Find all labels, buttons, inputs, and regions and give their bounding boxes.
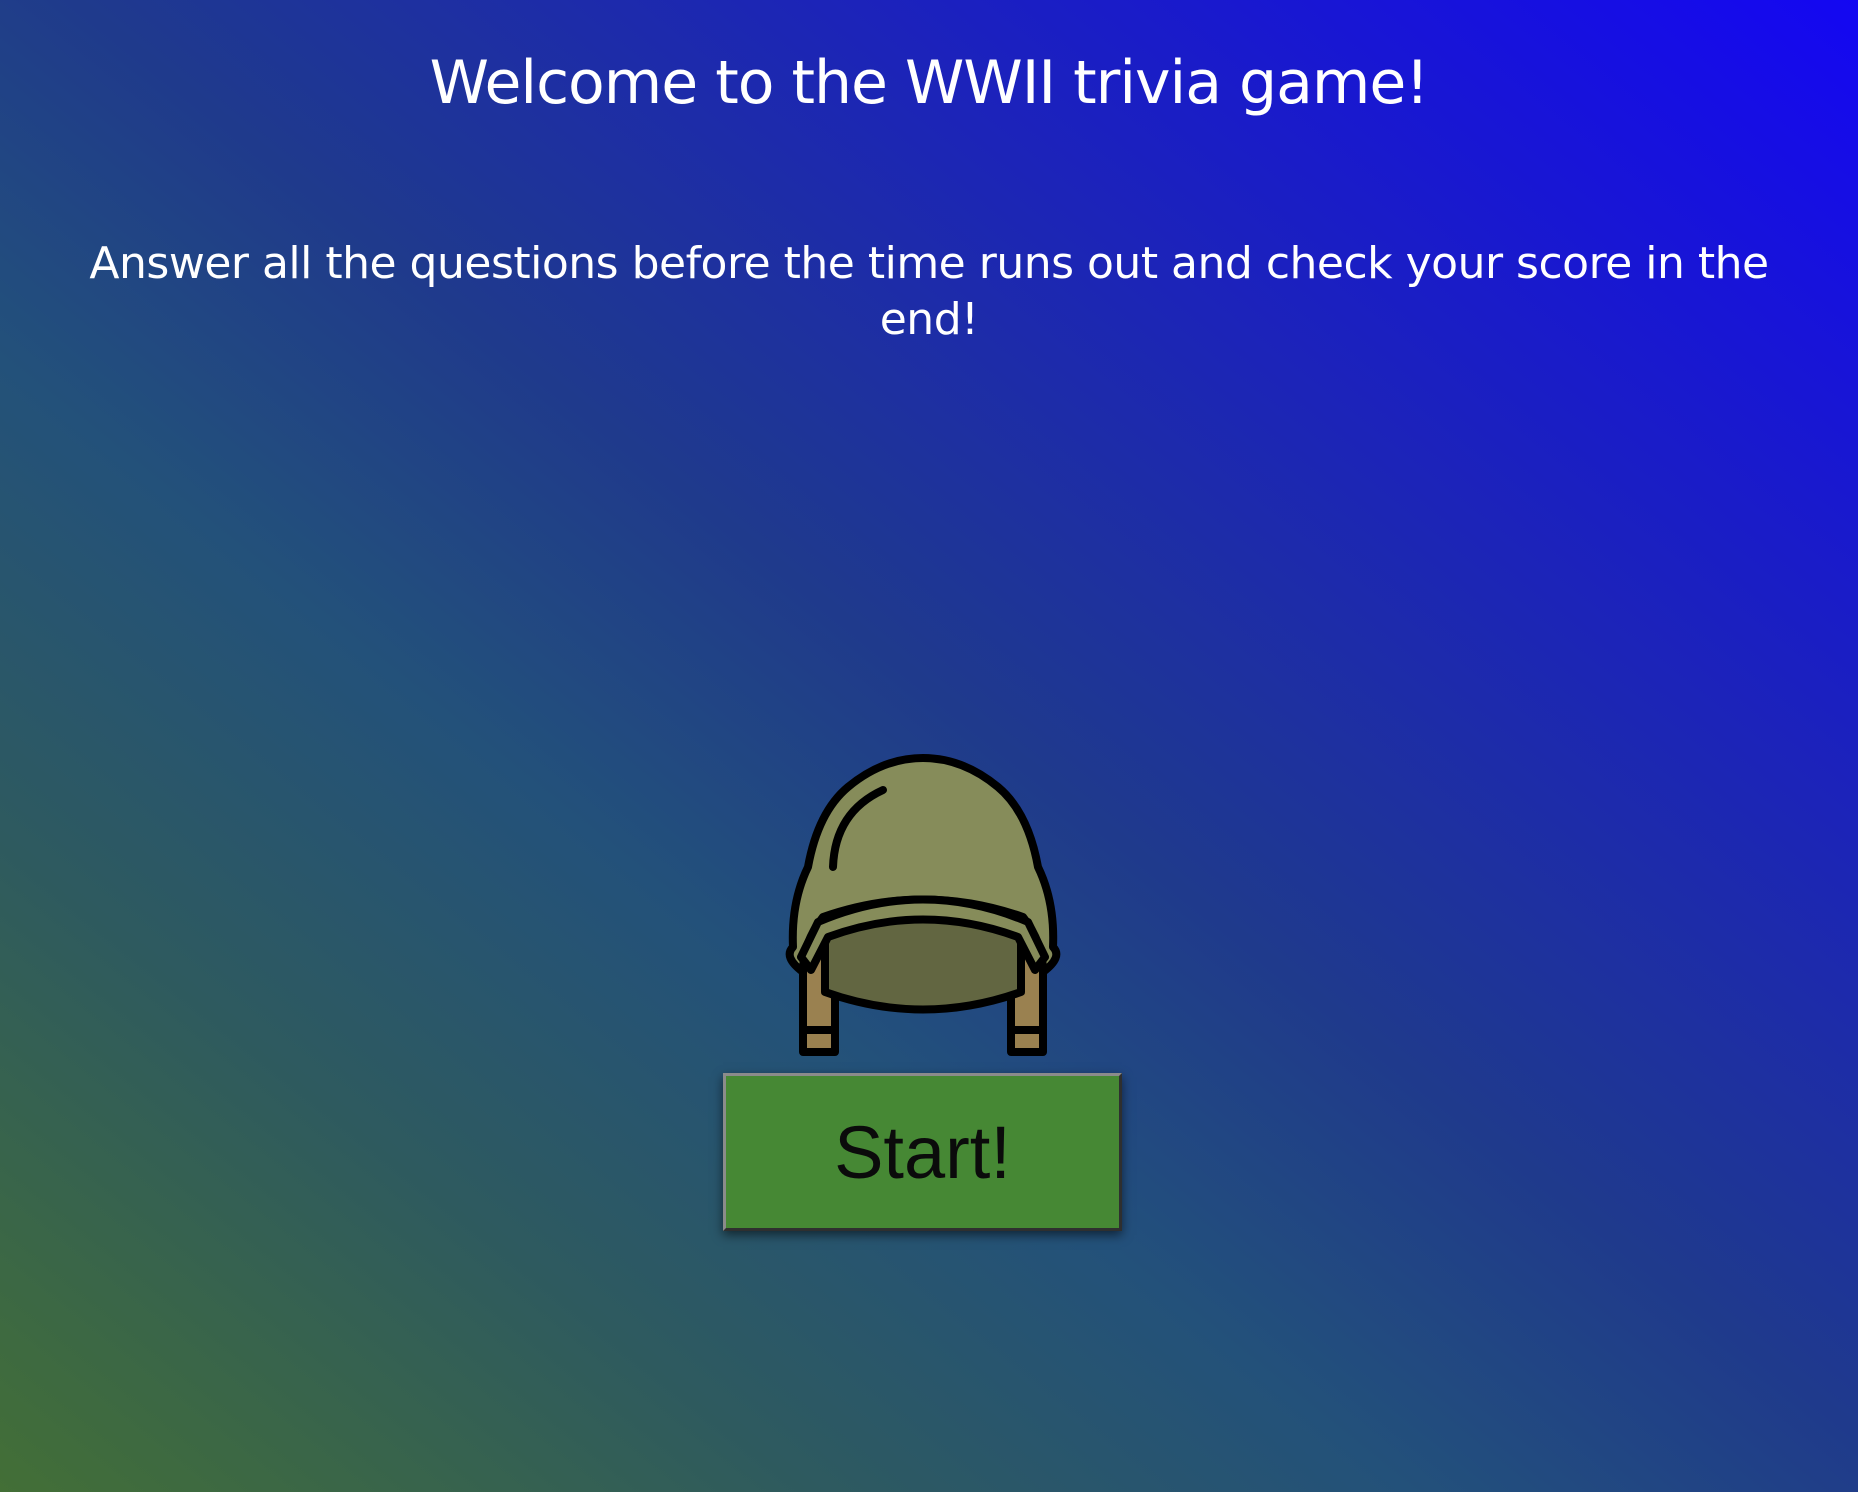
page-subtitle: Answer all the questions before the time… [89,238,1769,345]
page-title: Welcome to the WWII trivia game! [429,48,1430,118]
helmet-icon [773,752,1073,1058]
start-button[interactable]: Start! [723,1073,1122,1231]
